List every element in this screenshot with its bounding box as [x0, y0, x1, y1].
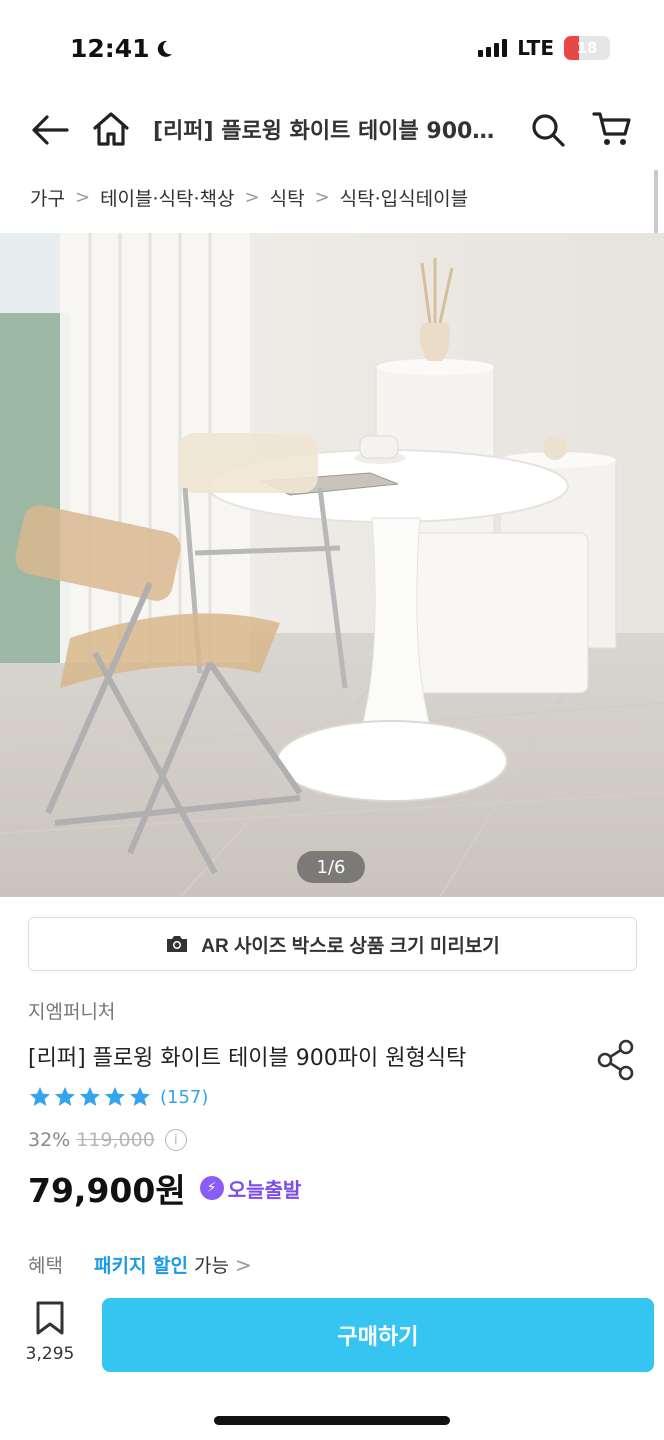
moon-icon	[157, 40, 172, 57]
share-button[interactable]	[596, 1038, 636, 1086]
search-button[interactable]	[528, 110, 568, 150]
network-label: LTE	[517, 36, 554, 60]
bookmark-count: 3,295	[25, 1344, 75, 1364]
camera-icon	[167, 936, 188, 952]
star-icon	[30, 1087, 50, 1106]
delivery-badge: ⚡ 오늘출발	[199, 1174, 302, 1203]
ar-preview-label: AR 사이즈 박스로 상품 크기 미리보기	[201, 935, 500, 957]
home-icon	[93, 112, 129, 146]
status-time-text: 12:41	[70, 34, 150, 63]
battery-level: 18	[576, 39, 598, 57]
cart-icon	[592, 112, 631, 145]
page-title: [리퍼] 플로윙 화이트 테이블 900…	[153, 119, 495, 144]
benefit-suffix: 가능	[194, 1255, 229, 1277]
chevron-right-icon: >	[234, 1252, 252, 1277]
rating-stars	[28, 1085, 152, 1109]
buy-button[interactable]: 구매하기	[102, 1298, 654, 1372]
status-indicators: LTE 18	[478, 36, 610, 60]
rating[interactable]: (157)	[28, 1085, 208, 1109]
chevron-right-icon: >	[74, 187, 91, 208]
discount-row: 32% 119,000 i	[28, 1129, 187, 1151]
bookmark-button[interactable]: 3,295	[24, 1300, 76, 1364]
discount-rate: 32%	[28, 1129, 71, 1151]
star-icon	[105, 1087, 125, 1106]
home-indicator	[214, 1416, 450, 1425]
lightning-icon: ⚡	[199, 1176, 224, 1200]
share-icon	[597, 1039, 634, 1081]
chevron-right-icon: >	[314, 187, 330, 208]
price-row: 79,900원 ⚡ 오늘출발	[28, 1164, 301, 1212]
back-button[interactable]	[30, 110, 70, 150]
signal-icon	[478, 39, 508, 57]
home-button[interactable]	[90, 108, 132, 150]
original-price: 119,000	[76, 1129, 155, 1151]
ar-preview-button[interactable]: AR 사이즈 박스로 상품 크기 미리보기	[28, 917, 637, 971]
status-bar: 12:41 LTE 18	[0, 0, 664, 96]
breadcrumb: 가구 > 테이블·식탁·책상 > 식탁 > 식탁·입식테이블	[30, 184, 468, 211]
product-name: [리퍼] 플로윙 화이트 테이블 900파이 원형식탁	[28, 1046, 467, 1071]
battery-icon: 18	[564, 36, 610, 60]
search-icon	[532, 114, 565, 147]
product-image[interactable]	[0, 233, 664, 897]
breadcrumb-item[interactable]: 식탁	[270, 184, 305, 211]
package-discount-link[interactable]: 패키지 할인	[94, 1251, 188, 1278]
benefit-row[interactable]: 혜택 패키지 할인 가능 >	[28, 1251, 252, 1278]
chevron-right-icon: >	[244, 187, 260, 208]
benefit-label: 혜택	[28, 1255, 63, 1277]
star-icon	[130, 1087, 150, 1106]
status-time: 12:41	[70, 34, 174, 63]
delivery-badge-label: 오늘출발	[227, 1177, 302, 1202]
breadcrumb-item[interactable]: 테이블·식탁·책상	[100, 184, 234, 211]
brand-name[interactable]: 지엠퍼니처	[28, 997, 115, 1024]
sale-price: 79,900원	[28, 1171, 186, 1210]
bookmark-icon	[36, 1301, 64, 1335]
arrow-left-icon	[32, 115, 69, 145]
star-icon	[80, 1087, 100, 1106]
image-page-indicator: 1/6	[297, 851, 365, 883]
breadcrumb-item[interactable]: 가구	[30, 184, 65, 211]
product-photo	[0, 233, 664, 897]
breadcrumb-item[interactable]: 식탁·입식테이블	[340, 184, 468, 211]
star-icon	[55, 1087, 75, 1106]
cart-button[interactable]	[590, 108, 634, 150]
review-count[interactable]: (157)	[160, 1087, 208, 1108]
info-icon[interactable]: i	[164, 1129, 187, 1151]
top-navigation: [리퍼] 플로윙 화이트 테이블 900…	[0, 96, 664, 162]
